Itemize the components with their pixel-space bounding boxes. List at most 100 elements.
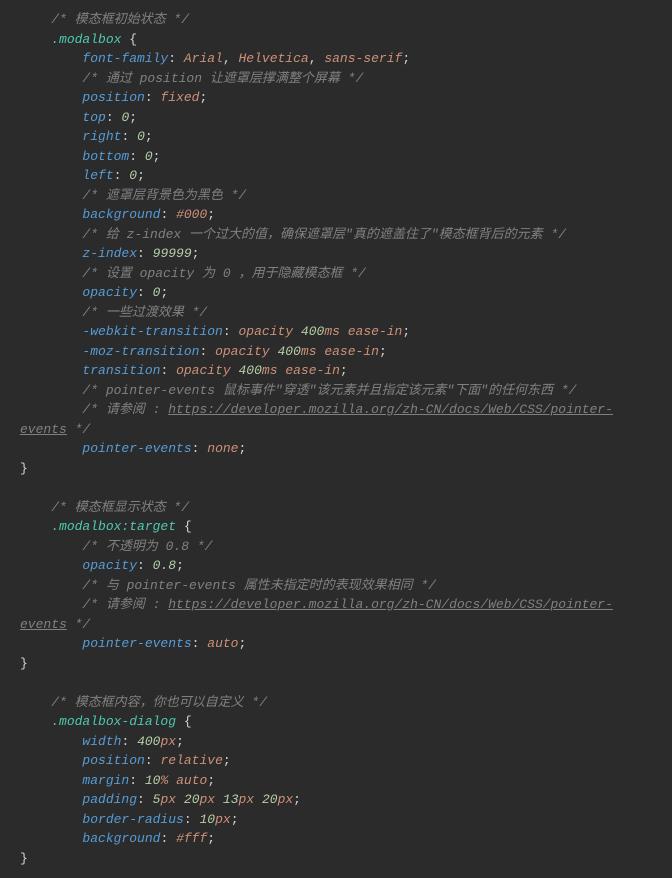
css-property: right bbox=[82, 129, 121, 144]
css-number: 0.8 bbox=[153, 558, 176, 573]
css-property: transition bbox=[82, 363, 160, 378]
colon: : bbox=[192, 636, 200, 651]
css-number: 0 bbox=[145, 149, 153, 164]
semicolon: ; bbox=[207, 207, 215, 222]
css-number: 99999 bbox=[153, 246, 192, 261]
css-number: 400 bbox=[137, 734, 160, 749]
semicolon: ; bbox=[238, 636, 246, 651]
semicolon: ; bbox=[223, 753, 231, 768]
css-value: fixed bbox=[160, 90, 199, 105]
css-property: margin bbox=[82, 773, 129, 788]
css-unit: px bbox=[200, 792, 216, 807]
inline-comment: /* 不透明为 0.8 */ bbox=[82, 539, 212, 554]
inline-comment: /* 请参阅 : https://developer.mozilla.org/z… bbox=[20, 402, 613, 437]
colon: : bbox=[106, 110, 114, 125]
semicolon: ; bbox=[238, 441, 246, 456]
css-property: background bbox=[82, 207, 160, 222]
css-selector: .modalbox-dialog bbox=[51, 714, 176, 729]
brace: } bbox=[20, 461, 28, 476]
semicolon: ; bbox=[207, 773, 215, 788]
css-unit: ms bbox=[324, 324, 340, 339]
semicolon: ; bbox=[199, 90, 207, 105]
css-property: -webkit-transition bbox=[82, 324, 222, 339]
css-value: opacity bbox=[238, 324, 293, 339]
colon: : bbox=[160, 831, 168, 846]
semicolon: ; bbox=[231, 812, 239, 827]
css-property: pointer-events bbox=[82, 441, 191, 456]
colon: : bbox=[184, 812, 192, 827]
css-value: ease-in bbox=[324, 344, 379, 359]
inline-comment: /* 遮罩层背景色为黑色 */ bbox=[82, 188, 246, 203]
css-value: auto bbox=[176, 773, 207, 788]
css-unit: ms bbox=[262, 363, 278, 378]
brace: } bbox=[20, 656, 28, 671]
doc-link[interactable]: https://developer.mozilla.org/zh-CN/docs… bbox=[20, 597, 613, 632]
semicolon: ; bbox=[402, 51, 410, 66]
semicolon: ; bbox=[293, 792, 301, 807]
css-number: 5 bbox=[153, 792, 161, 807]
css-number: 400 bbox=[238, 363, 261, 378]
inline-comment: /* pointer-events 鼠标事件"穿透"该元素并且指定该元素"下面"… bbox=[82, 383, 576, 398]
css-unit: px bbox=[215, 812, 231, 827]
inline-comment: /* 通过 position 让遮罩层撑满整个屏幕 */ bbox=[82, 71, 363, 86]
code-editor[interactable]: /* 模态框初始状态 */ .modalbox { font-family: A… bbox=[20, 10, 652, 868]
block-comment: /* 模态框内容，你也可以自定义 */ bbox=[51, 695, 267, 710]
css-property: width bbox=[82, 734, 121, 749]
css-value: ease-in bbox=[348, 324, 403, 339]
colon: : bbox=[121, 129, 129, 144]
css-property: -moz-transition bbox=[82, 344, 199, 359]
css-unit: px bbox=[278, 792, 294, 807]
brace: { bbox=[184, 519, 192, 534]
colon: : bbox=[160, 207, 168, 222]
css-value: opacity bbox=[215, 344, 270, 359]
block-comment: /* 模态框显示状态 */ bbox=[51, 500, 189, 515]
css-property: position bbox=[82, 753, 144, 768]
css-value: opacity bbox=[176, 363, 231, 378]
css-value: sans-serif bbox=[324, 51, 402, 66]
css-value: Arial bbox=[184, 51, 223, 66]
css-value: relative bbox=[160, 753, 222, 768]
css-unit: px bbox=[239, 792, 255, 807]
colon: : bbox=[145, 753, 153, 768]
colon: : bbox=[137, 792, 145, 807]
css-number: 13 bbox=[223, 792, 239, 807]
colon: : bbox=[121, 734, 129, 749]
css-property: padding bbox=[82, 792, 137, 807]
brace: { bbox=[184, 714, 192, 729]
semicolon: ; bbox=[379, 344, 387, 359]
css-property: opacity bbox=[82, 558, 137, 573]
block-comment: /* 模态框初始状态 */ bbox=[51, 12, 189, 27]
css-property: top bbox=[82, 110, 105, 125]
semicolon: ; bbox=[145, 129, 153, 144]
brace: } bbox=[20, 851, 28, 866]
css-number: 400 bbox=[278, 344, 301, 359]
css-property: font-family bbox=[82, 51, 168, 66]
semicolon: ; bbox=[153, 149, 161, 164]
semicolon: ; bbox=[402, 324, 410, 339]
colon: : bbox=[145, 90, 153, 105]
semicolon: ; bbox=[176, 558, 184, 573]
colon: : bbox=[114, 168, 122, 183]
colon: : bbox=[223, 324, 231, 339]
colon: : bbox=[129, 149, 137, 164]
css-property: position bbox=[82, 90, 144, 105]
inline-comment: /* 一些过渡效果 */ bbox=[82, 305, 207, 320]
semicolon: ; bbox=[340, 363, 348, 378]
css-number: 400 bbox=[301, 324, 324, 339]
semicolon: ; bbox=[192, 246, 200, 261]
css-number: 10 bbox=[199, 812, 215, 827]
colon: : bbox=[168, 51, 176, 66]
semicolon: ; bbox=[129, 110, 137, 125]
css-unit: px bbox=[160, 734, 176, 749]
inline-comment: /* 请参阅 : https://developer.mozilla.org/z… bbox=[20, 597, 613, 632]
css-value: #fff bbox=[176, 831, 207, 846]
colon: : bbox=[129, 773, 137, 788]
colon: : bbox=[160, 363, 168, 378]
css-value: ease-in bbox=[285, 363, 340, 378]
css-number: 20 bbox=[184, 792, 200, 807]
css-property: pointer-events bbox=[82, 636, 191, 651]
css-property: opacity bbox=[82, 285, 137, 300]
doc-link[interactable]: https://developer.mozilla.org/zh-CN/docs… bbox=[20, 402, 613, 437]
css-value: auto bbox=[207, 636, 238, 651]
css-unit: % bbox=[160, 773, 168, 788]
